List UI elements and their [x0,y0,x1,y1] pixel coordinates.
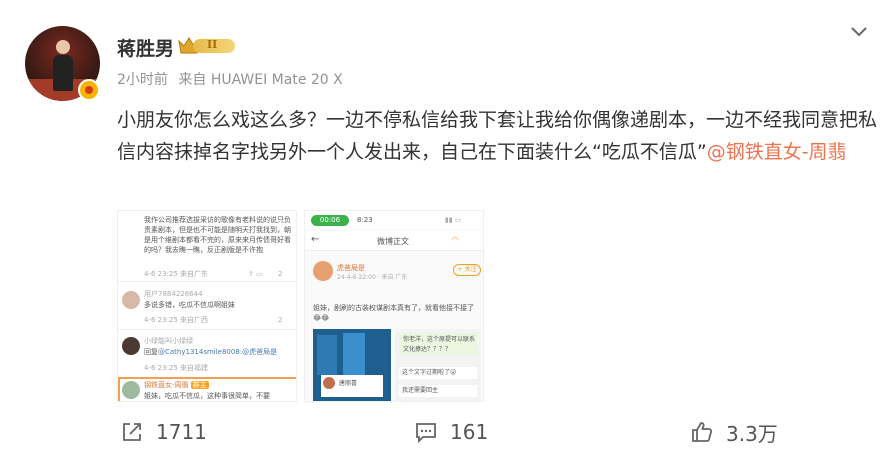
post-time[interactable]: 2小时前 [117,72,168,88]
battery-icon: ▮▮ ▭ [445,216,462,224]
follow-button: + 关注 [453,264,481,276]
like-count: 3.3万 [726,421,778,446]
commenter-avatar [122,337,140,355]
post-image-2[interactable]: 00:06 8:23 ▮▮ ▭ ← 微博正文 ◠ 虎爸局是 24-4-6 22:… [304,210,484,402]
c2-prefix: 回复 [144,348,158,356]
repost-icon [123,423,141,441]
post-source: 来自 HUAWEI Mate 20 X [178,72,343,88]
rank-badge-icon[interactable]: II [177,35,235,56]
chat-msg-1: 你老洋，这个原提可以联系文化撩达？？？？ [403,336,476,353]
verified-badge-icon [78,79,100,101]
c1-text: 多说多错，吃瓜不信瓜啊姐妹 [144,301,235,309]
nav-title: 微博正文 [377,237,409,246]
c3-text: 姐妹，吃瓜不信瓜，这种事很简单，不要 [144,392,270,400]
card-name: 唐丽喜 [339,380,358,387]
rank-level: II [207,38,218,51]
back-arrow-icon: ← [311,234,320,245]
weibo-post: 蒋胜男 II 2小时前 来自 HUAWEI Mate 20 X 小朋友你怎么戏这… [0,0,896,462]
c1-time: 4-6 23:25 来自广西 [144,316,209,324]
post-text: 小朋友你怎么戏这么多？一边不停私信给我下套让我给你偶像递剧本，一边不经我同意把私… [117,104,877,168]
username[interactable]: 蒋胜男 [117,34,174,61]
comment-count: 161 [450,420,489,444]
commenter-avatar [122,291,140,309]
comment-icon [416,423,436,444]
chat-msg-3: 我还需要回主 [402,387,439,394]
post-body: 姐妹，剧刷的古装权谋剧本真有了，就看他接不接了😂😂 [313,304,474,322]
headphone-icon: ◠ [451,236,459,246]
chevron-down-icon[interactable] [848,20,870,42]
post-image-1[interactable]: 我作公司推荐选拔采访的歌像有老料说的说只负责素剧本，但是也不可能是随明天打我找到… [117,210,297,402]
repost-button[interactable]: 1711 [120,412,207,452]
card-image: 唐丽喜 [313,329,391,401]
share-icon: ⇪ ▭ [248,270,263,278]
c1-like: 2 [278,316,283,324]
author-time: 24-4-6 22:00 · 来自 广东 [337,274,408,281]
author-avatar [313,261,333,281]
chat-msg-2: 这个文字过期啦了😮 [402,369,457,376]
post-meta: 2小时前 来自 HUAWEI Mate 20 X [117,69,349,89]
status-clock: 8:23 [357,216,373,224]
c2-user: 小绿能叫小绿绿 [144,337,193,345]
c3-badge: 群主 [190,381,209,389]
action-bar: 1711 161 3.3万 [0,412,896,452]
c2-mention: @Cathy1314smile8008:@虎爸局是 [158,348,278,356]
commenter-avatar [122,381,140,399]
call-status-time: 00:06 [311,215,349,226]
c3-user: 钢铁直女-周翡 [144,381,189,389]
post-mention-link[interactable]: @钢铁直女-周翡 [707,141,847,163]
quote-text: 我作公司推荐选拔采访的歌像有老料说的说只负责素剧本，但是也不可能是随明天打我找到… [144,216,291,254]
repost-count: 1711 [156,420,207,444]
like-button[interactable]: 3.3万 [690,412,778,452]
thumbs-up-icon [692,422,713,442]
quote-like: 2 [278,270,283,278]
author-name: 虎爸局是 [337,264,365,272]
c1-user: 用户7884226644 [144,290,203,298]
comment-button[interactable]: 161 [414,412,488,452]
quote-time: 4-6 23:25 来自广东 [144,270,209,278]
c2-time: 4-6 23:25 来自福建 [144,364,209,372]
